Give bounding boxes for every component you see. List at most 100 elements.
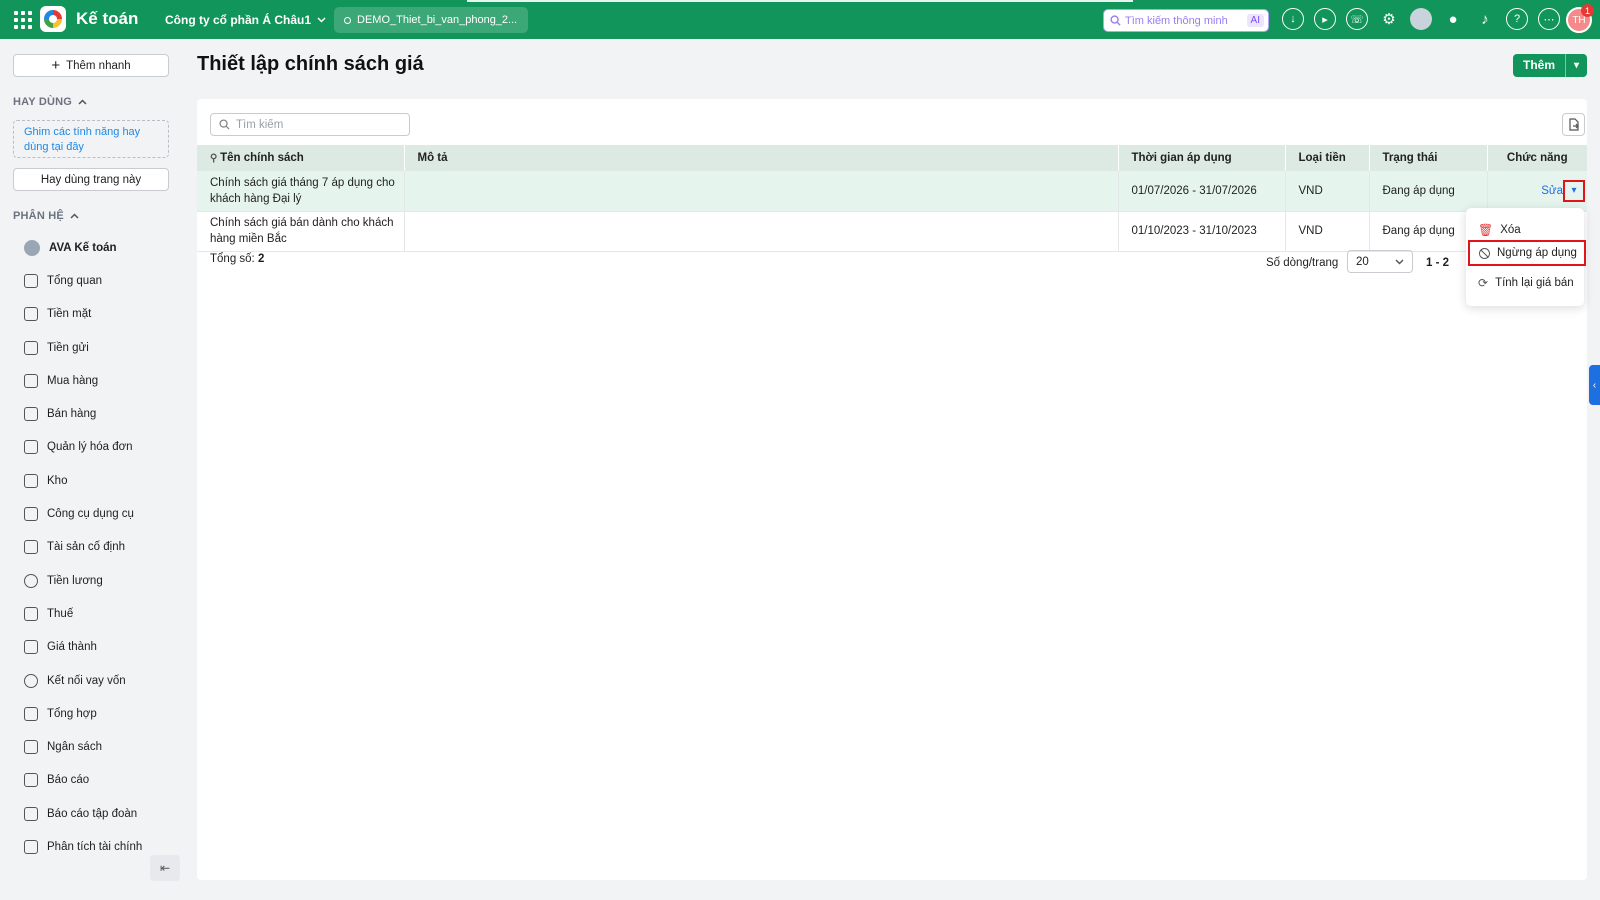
gear-icon[interactable]: ⚙ <box>1378 8 1400 30</box>
rows-per-page-select[interactable]: 20 <box>1347 250 1413 273</box>
favorites-heading-label: HAY DÙNG <box>13 96 73 108</box>
sidebar-item-label: Kho <box>47 474 68 487</box>
download-icon[interactable]: ↓ <box>1282 8 1304 30</box>
tax-icon <box>24 606 38 621</box>
column-header-period[interactable]: Thời gian áp dụng <box>1118 145 1286 171</box>
policy-period-cell: 01/07/2026 - 31/07/2026 <box>1118 171 1286 212</box>
column-header-label: Tên chính sách <box>220 152 304 164</box>
chevron-down-icon[interactable]: ▾ <box>1566 60 1587 71</box>
column-header-name[interactable]: ⚲ Tên chính sách <box>197 145 405 171</box>
edit-link[interactable]: Sửa <box>1541 185 1563 197</box>
sidebar-item-label: Tiền lương <box>47 574 103 587</box>
quick-add-label: Thêm nhanh <box>66 59 131 72</box>
smart-search-box[interactable]: Tìm kiếm thông minh AI <box>1103 9 1269 32</box>
database-selector[interactable]: DEMO_Thiet_bi_van_phong_2... <box>334 7 528 33</box>
sidebar-item-ava-ke-toan[interactable]: AVA Kế toán <box>0 231 182 264</box>
sidebar-item-tai-san-co-dinh[interactable]: Tài sản cố định <box>0 531 182 564</box>
sidebar: + Thêm nhanh HAY DÙNG Ghim các tính năng… <box>0 39 182 900</box>
policy-currency-cell: VND <box>1285 171 1370 212</box>
sidebar-item-bao-cao-tap-doan[interactable]: Báo cáo tập đoàn <box>0 797 182 830</box>
chevron-up-icon <box>70 213 79 219</box>
support-icon[interactable]: ☏ <box>1346 8 1368 30</box>
collapse-sidebar-icon[interactable]: ⇤ <box>150 855 180 881</box>
policy-description-cell <box>404 211 1119 252</box>
sidebar-item-thue[interactable]: Thuế <box>0 597 182 630</box>
table-row[interactable]: Chính sách giá tháng 7 áp dụng cho khách… <box>197 171 1587 212</box>
table-header-row: ⚲ Tên chính sách Mô tả Thời gian áp dụng… <box>197 145 1587 171</box>
sidebar-item-tien-mat[interactable]: Tiền mặt <box>0 298 182 331</box>
chat-icon[interactable]: ● <box>1442 8 1464 30</box>
company-name: Công ty cổ phần Á Châu1 <box>165 13 312 27</box>
quick-add-button[interactable]: + Thêm nhanh <box>13 54 169 77</box>
more-icon[interactable]: ⋯ <box>1538 8 1560 30</box>
row-actions-dropdown-icon[interactable]: ▾ <box>1563 179 1585 202</box>
cash-icon <box>24 307 38 322</box>
sidebar-item-gia-thanh[interactable]: Giá thành <box>0 631 182 664</box>
sidebar-item-label: AVA Kế toán <box>49 241 117 254</box>
chevron-up-icon <box>78 99 87 105</box>
sidebar-item-tien-gui[interactable]: Tiền gửi <box>0 331 182 364</box>
menu-item-recalculate[interactable]: ⟳ Tính lại giá bán <box>1466 270 1584 296</box>
sidebar-item-label: Mua hàng <box>47 374 99 387</box>
policy-list-card: ⚲ Tên chính sách Mô tả Thời gian áp dụng… <box>197 99 1587 880</box>
sidebar-item-label: Tiền gửi <box>47 341 89 354</box>
sidebar-item-mua-hang[interactable]: Mua hàng <box>0 364 182 397</box>
sidebar-item-kho[interactable]: Kho <box>0 464 182 497</box>
menu-item-stop-applying[interactable]: Ngừng áp dụng <box>1468 240 1586 266</box>
column-header-status[interactable]: Trạng thái <box>1369 145 1488 171</box>
search-input[interactable] <box>236 118 396 131</box>
column-header-description[interactable]: Mô tả <box>404 145 1119 171</box>
group-report-icon <box>24 806 38 821</box>
ai-badge: AI <box>1246 14 1264 27</box>
help-icon[interactable]: ? <box>1506 8 1528 30</box>
sidebar-item-tien-luong[interactable]: Tiền lương <box>0 564 182 597</box>
analytics-icon <box>24 839 38 854</box>
search-box[interactable] <box>210 113 410 136</box>
favorite-this-page-button[interactable]: Hay dùng trang này <box>13 168 169 191</box>
sidebar-item-ket-noi-vay-von[interactable]: Kết nối vay vốn <box>0 664 182 697</box>
sidebar-item-label: Quản lý hóa đơn <box>47 441 133 454</box>
company-selector[interactable]: Công ty cổ phần Á Châu1 <box>165 13 326 27</box>
ava-avatar-icon[interactable] <box>1410 8 1432 30</box>
favorites-heading[interactable]: HAY DÙNG <box>13 96 87 108</box>
export-icon[interactable] <box>1562 113 1585 136</box>
bell-icon[interactable]: ♪ <box>1474 8 1496 30</box>
search-icon <box>219 119 230 130</box>
sidebar-item-label: Bán hàng <box>47 408 97 421</box>
modules-heading[interactable]: PHÂN HỆ <box>13 210 79 222</box>
play-icon[interactable]: ▸ <box>1314 8 1336 30</box>
sidebar-item-cong-cu-dung-cu[interactable]: Công cụ dụng cụ <box>0 497 182 530</box>
policy-name-cell[interactable]: Chính sách giá tháng 7 áp dụng cho khách… <box>197 171 405 212</box>
sidebar-item-tong-quan[interactable]: Tổng quan <box>0 264 182 297</box>
dashboard-icon <box>24 273 38 288</box>
sidebar-item-ngan-sach[interactable]: Ngân sách <box>0 730 182 763</box>
menu-item-label: Xóa <box>1500 224 1521 236</box>
table-row[interactable]: Chính sách giá bán dành cho khách hàng m… <box>197 211 1587 252</box>
ava-avatar-icon <box>24 239 40 256</box>
sidebar-item-quan-ly-hoa-don[interactable]: Quản lý hóa đơn <box>0 431 182 464</box>
sidebar-item-ban-hang[interactable]: Bán hàng <box>0 397 182 430</box>
total-label: Tổng số: <box>210 253 255 265</box>
sidebar-item-label: Tổng quan <box>47 274 102 287</box>
pin-icon[interactable]: ⚲ <box>210 153 220 164</box>
sidebar-item-label: Phân tích tài chính <box>47 840 143 853</box>
add-button-label[interactable]: Thêm <box>1513 54 1567 77</box>
chevron-down-icon <box>1395 259 1404 264</box>
app-logo-icon <box>40 6 66 32</box>
menu-item-label: Tính lại giá bán <box>1495 277 1574 289</box>
policy-table: ⚲ Tên chính sách Mô tả Thời gian áp dụng… <box>197 145 1587 252</box>
add-button[interactable]: Thêm ▾ <box>1513 54 1587 77</box>
bar-chart-icon <box>24 773 38 788</box>
total-count: Tổng số: 2 <box>210 253 264 265</box>
sidebar-item-tong-hop[interactable]: Tổng hợp <box>0 697 182 730</box>
expand-panel-icon[interactable]: ‹ <box>1589 365 1600 405</box>
sidebar-item-bao-cao[interactable]: Báo cáo <box>0 764 182 797</box>
column-header-currency[interactable]: Loại tiền <box>1285 145 1370 171</box>
policy-name-cell[interactable]: Chính sách giá bán dành cho khách hàng m… <box>197 211 405 252</box>
plus-icon: + <box>51 57 61 74</box>
app-grid-icon[interactable] <box>14 11 32 29</box>
loading-progress <box>467 0 1133 2</box>
sidebar-item-label: Giá thành <box>47 641 97 654</box>
policy-description-cell <box>404 171 1119 212</box>
app-title[interactable]: Kế toán <box>76 9 138 29</box>
